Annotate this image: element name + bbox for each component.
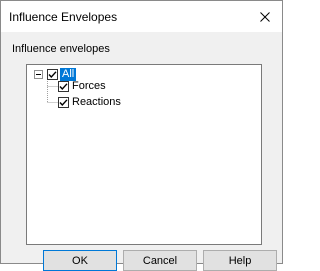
cancel-button[interactable]: Cancel — [123, 250, 197, 271]
close-icon — [260, 11, 270, 22]
close-button[interactable] — [248, 1, 282, 32]
forces-checkbox[interactable] — [58, 81, 69, 92]
tree-node-label-reactions[interactable]: Reactions — [72, 96, 121, 109]
envelope-tree[interactable]: All Forces Reactions — [26, 64, 262, 245]
ok-button[interactable]: OK — [43, 250, 117, 271]
help-button[interactable]: Help — [203, 250, 277, 271]
reactions-checkbox[interactable] — [58, 97, 69, 108]
minus-expander-icon[interactable] — [34, 70, 43, 79]
influence-envelopes-label: Influence envelopes — [12, 43, 110, 55]
dialog-window: Influence Envelopes Influence envelopes — [0, 0, 283, 271]
all-checkbox[interactable] — [47, 69, 58, 80]
title-bar[interactable]: Influence Envelopes — [1, 1, 282, 32]
window-title: Influence Envelopes — [9, 10, 118, 24]
tree-node-label-forces[interactable]: Forces — [72, 80, 106, 93]
